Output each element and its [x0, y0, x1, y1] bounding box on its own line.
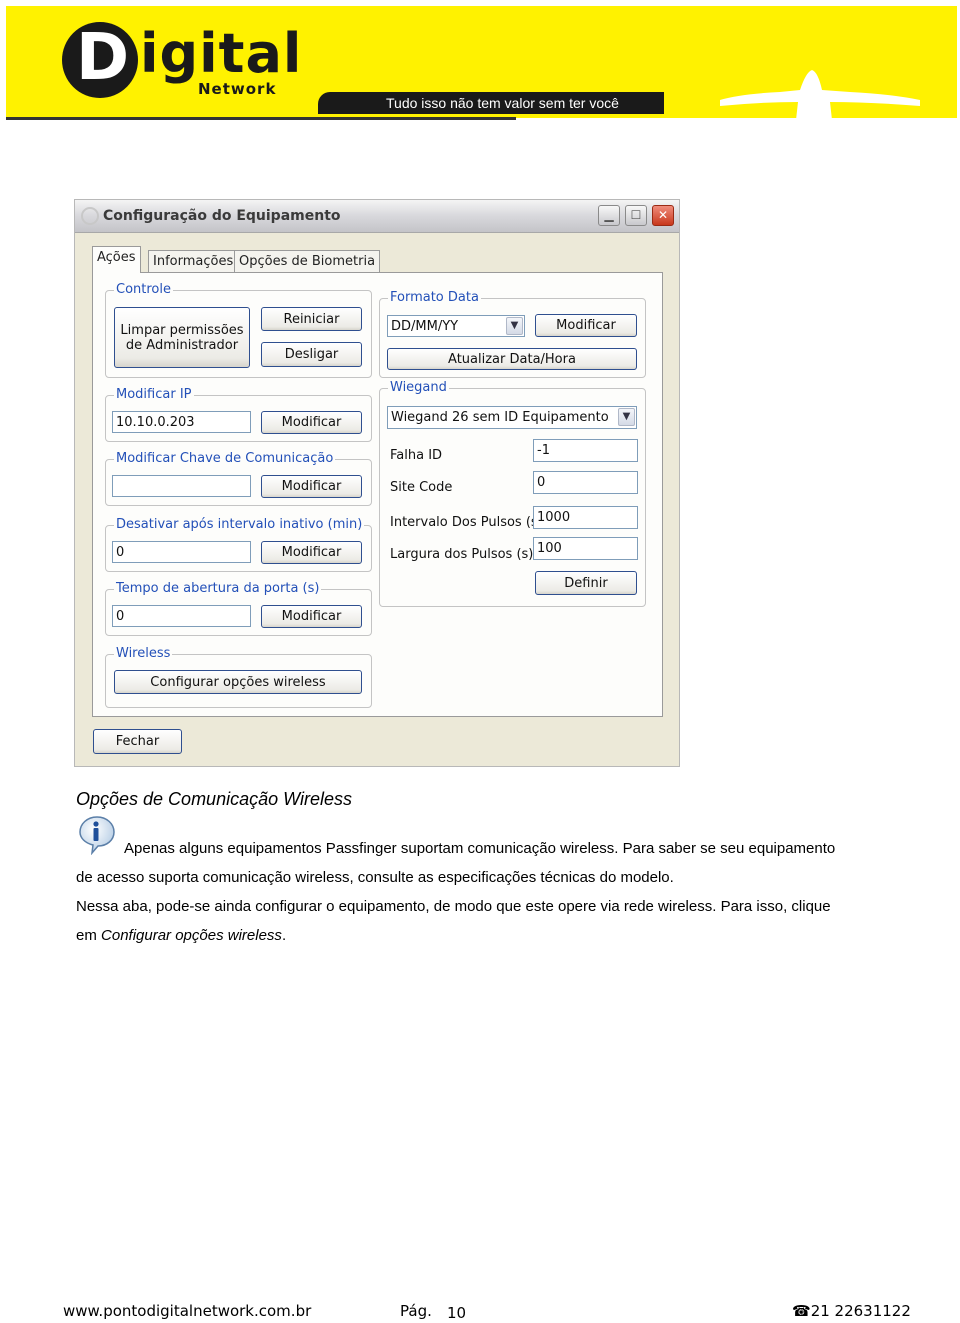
limpar-permissoes-button[interactable]: Limpar permissões de Administrador: [114, 307, 250, 368]
phone-icon: ☎: [792, 1302, 811, 1320]
window-title: Configuração do Equipamento: [103, 208, 341, 224]
intervalo-pulsos-label: Intervalo Dos Pulsos (s): [390, 515, 543, 530]
footer-page-number: 10: [447, 1304, 467, 1322]
reiniciar-button[interactable]: Reiniciar: [261, 307, 362, 331]
maximize-button[interactable]: ☐: [625, 205, 647, 226]
paragraph-line: Apenas alguns equipamentos Passfinger su…: [124, 840, 836, 857]
wiegand-value: Wiegand 26 sem ID Equipamento: [391, 410, 609, 425]
group-label: Wiegand: [388, 380, 449, 395]
paragraph-text: .: [281, 927, 287, 944]
footer-phone: ☎21 22631122: [792, 1302, 911, 1320]
paragraph-emphasis: Configurar opções wireless: [101, 927, 282, 944]
intervalo-pulsos-input[interactable]: 1000: [533, 506, 638, 529]
header-divider: [6, 117, 516, 120]
wiegand-select[interactable]: Wiegand 26 sem ID Equipamento ▼: [387, 406, 637, 429]
desativar-input[interactable]: 0: [112, 541, 251, 563]
modificar-desativar-button[interactable]: Modificar: [261, 541, 362, 564]
app-icon: [81, 207, 99, 225]
minimize-button[interactable]: ▁: [598, 205, 620, 226]
definir-button[interactable]: Definir: [535, 571, 637, 595]
modificar-tempo-button[interactable]: Modificar: [261, 605, 362, 628]
paragraph-line: em Configurar opções wireless.: [76, 927, 286, 944]
logo-letter: D: [76, 21, 129, 95]
tempo-input[interactable]: 0: [112, 605, 251, 627]
tab-opcoes-biometria[interactable]: Opções de Biometria: [234, 250, 381, 272]
largura-pulsos-label: Largura dos Pulsos (s): [390, 547, 534, 562]
formato-data-value: DD/MM/YY: [391, 319, 459, 334]
footer-website: www.pontodigitalnetwork.com.br: [63, 1302, 312, 1320]
desligar-button[interactable]: Desligar: [261, 342, 362, 367]
close-button[interactable]: ✕: [652, 205, 674, 226]
window-titlebar: Configuração do Equipamento ▁ ☐ ✕: [75, 200, 679, 233]
group-label: Tempo de abertura da porta (s): [114, 581, 322, 596]
largura-pulsos-input[interactable]: 100: [533, 537, 638, 560]
group-label: Modificar Chave de Comunicação: [114, 451, 336, 466]
tab-panel: Controle Limpar permissões de Administra…: [92, 272, 663, 717]
config-window: Configuração do Equipamento ▁ ☐ ✕ Ações …: [74, 199, 680, 767]
logo-subtitle: Network: [198, 80, 277, 98]
chevron-down-icon[interactable]: ▼: [506, 317, 523, 335]
info-icon: [79, 816, 115, 855]
group-label: Controle: [114, 282, 173, 297]
ip-input[interactable]: 10.10.0.203: [112, 411, 251, 433]
section-heading: Opções de Comunicação Wireless: [76, 789, 352, 809]
tab-acoes[interactable]: Ações: [92, 246, 141, 273]
modificar-data-button[interactable]: Modificar: [535, 314, 637, 337]
falha-id-input[interactable]: -1: [533, 439, 638, 462]
slogan: Tudo isso não tem valor sem ter você: [386, 95, 619, 111]
paragraph-line: Nessa aba, pode-se ainda configurar o eq…: [76, 898, 831, 915]
falha-id-label: Falha ID: [390, 448, 443, 463]
fechar-button[interactable]: Fechar: [93, 729, 182, 754]
chevron-down-icon[interactable]: ▼: [618, 408, 635, 426]
christ-statue-icon: [720, 70, 920, 120]
chave-input[interactable]: [112, 475, 251, 497]
group-label: Modificar IP: [114, 387, 194, 402]
site-code-input[interactable]: 0: [533, 471, 638, 494]
logo-wordmark: igital: [140, 22, 303, 85]
paragraph-text: em: [76, 927, 102, 944]
formato-data-select[interactable]: DD/MM/YY ▼: [387, 315, 525, 337]
configurar-wireless-button[interactable]: Configurar opções wireless: [114, 670, 362, 694]
group-label: Desativar após intervalo inativo (min): [114, 517, 365, 532]
group-label: Wireless: [114, 646, 173, 661]
site-code-label: Site Code: [390, 480, 453, 495]
phone-number: 21 22631122: [810, 1302, 911, 1320]
tab-informacoes[interactable]: Informações: [148, 250, 239, 272]
group-label: Formato Data: [388, 290, 481, 305]
modificar-chave-button[interactable]: Modificar: [261, 475, 362, 498]
atualizar-data-button[interactable]: Atualizar Data/Hora: [387, 348, 637, 370]
footer-page-label: Pág.: [400, 1302, 432, 1320]
modificar-ip-button[interactable]: Modificar: [261, 411, 362, 434]
paragraph-line: de acesso suporta comunicação wireless, …: [76, 869, 674, 886]
